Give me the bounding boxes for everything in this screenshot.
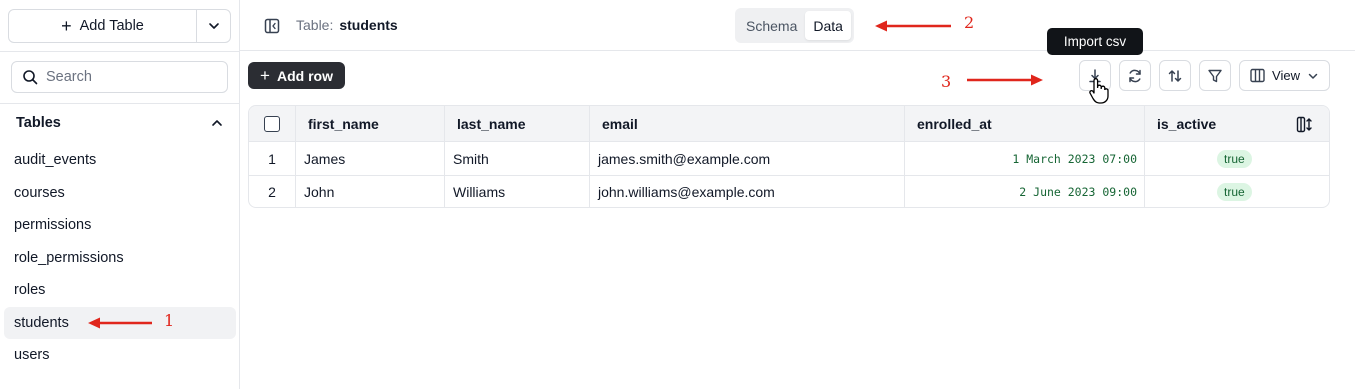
- column-header-is-active[interactable]: is_active: [1157, 106, 1216, 142]
- column-divider: [589, 106, 590, 207]
- plus-icon: +: [61, 16, 72, 36]
- table-item-users[interactable]: users: [4, 339, 236, 372]
- table-item-label: users: [14, 347, 50, 364]
- tab-schema[interactable]: Schema: [738, 11, 805, 40]
- select-all-checkbox[interactable]: [264, 116, 280, 132]
- cell-is-active[interactable]: true: [1217, 175, 1252, 207]
- cell-last-name[interactable]: Smith: [453, 142, 489, 175]
- table-item-label: courses: [14, 184, 65, 201]
- view-button[interactable]: View: [1239, 60, 1330, 91]
- annotation-number-3: 3: [941, 72, 952, 91]
- view-mode-tabs: Schema Data: [735, 8, 854, 43]
- add-row-label: Add row: [276, 67, 333, 84]
- table-item-roles[interactable]: roles: [4, 274, 236, 307]
- sort-icon: [1168, 69, 1182, 82]
- plus-icon: +: [260, 66, 270, 85]
- refresh-icon: [1129, 69, 1141, 82]
- view-label: View: [1272, 68, 1300, 83]
- tables-heading: Tables: [16, 115, 61, 131]
- column-header-enrolled-at[interactable]: enrolled_at: [917, 106, 992, 142]
- annotation-arrow-3: [967, 74, 1043, 86]
- row-divider: [249, 175, 1329, 176]
- status-badge: true: [1217, 182, 1252, 201]
- column-header-email[interactable]: email: [602, 106, 638, 142]
- cell-first-name[interactable]: John: [304, 175, 334, 207]
- cell-is-active[interactable]: true: [1217, 142, 1252, 175]
- cell-email[interactable]: james.smith@example.com: [598, 142, 770, 175]
- table-item-audit-events[interactable]: audit_events: [4, 144, 236, 177]
- table-list: audit_events courses permissions role_pe…: [0, 144, 240, 372]
- table-item-label: students: [14, 314, 69, 331]
- tab-data[interactable]: Data: [805, 11, 851, 40]
- cell-last-name[interactable]: Williams: [453, 175, 505, 207]
- hand-cursor-icon: [1089, 78, 1109, 104]
- chevron-up-icon: [212, 120, 222, 126]
- cell-enrolled-at[interactable]: 1 March 2023 07:00: [904, 142, 1137, 175]
- annotation-arrow-1: [88, 317, 152, 329]
- add-row-button[interactable]: + Add row: [248, 62, 345, 89]
- table-item-label: permissions: [14, 217, 92, 234]
- sort-button[interactable]: [1159, 60, 1191, 91]
- search-section: [0, 51, 240, 104]
- annotation-number-1: 1: [164, 311, 175, 330]
- table-label: Table:: [296, 17, 334, 33]
- table-item-label: role_permissions: [14, 249, 124, 266]
- table-item-permissions[interactable]: permissions: [4, 209, 236, 242]
- column-header-last-name[interactable]: last_name: [457, 106, 525, 142]
- top-bar: Table: students Schema Data: [240, 0, 1355, 51]
- column-divider: [295, 106, 296, 207]
- data-grid: first_name last_name email enrolled_at i…: [248, 105, 1330, 208]
- row-number: 2: [268, 183, 276, 200]
- page-title: Table: students: [296, 17, 398, 33]
- column-divider: [444, 106, 445, 207]
- cell-first-name[interactable]: James: [304, 142, 345, 175]
- columns-icon: [1250, 68, 1265, 83]
- chevron-down-icon: [1308, 73, 1318, 79]
- table-item-courses[interactable]: courses: [4, 177, 236, 210]
- annotation-number-2: 2: [964, 13, 975, 32]
- status-badge: true: [1217, 149, 1252, 168]
- search-input[interactable]: [46, 69, 216, 85]
- refresh-button[interactable]: [1119, 60, 1151, 91]
- search-icon: [23, 70, 38, 85]
- table-name: students: [339, 17, 398, 33]
- checkbox: [264, 116, 280, 132]
- add-table-group: + Add Table: [8, 9, 231, 43]
- table-item-label: audit_events: [14, 152, 97, 169]
- search-box: [11, 61, 228, 93]
- tables-section-header[interactable]: Tables: [0, 104, 240, 142]
- column-divider: [1144, 106, 1145, 207]
- import-csv-tooltip: Import csv: [1047, 28, 1143, 55]
- row-number: 1: [268, 150, 276, 167]
- column-settings-icon[interactable]: [1296, 116, 1313, 133]
- toggle-sidebar-icon[interactable]: [264, 18, 280, 34]
- annotation-arrow-2: [875, 20, 951, 32]
- table-item-label: roles: [14, 282, 46, 299]
- table-item-role-permissions[interactable]: role_permissions: [4, 242, 236, 275]
- chevron-down-icon: [208, 23, 219, 29]
- column-header-first-name[interactable]: first_name: [308, 106, 379, 142]
- cell-email[interactable]: john.williams@example.com: [598, 175, 775, 207]
- add-table-label: Add Table: [79, 18, 144, 34]
- add-table-button[interactable]: + Add Table: [9, 10, 196, 42]
- add-table-dropdown-button[interactable]: [196, 10, 230, 42]
- sidebar: + Add Table Tables audit_events courses …: [0, 0, 240, 389]
- filter-icon: [1208, 69, 1222, 82]
- cell-enrolled-at[interactable]: 2 June 2023 09:00: [904, 175, 1137, 207]
- filter-button[interactable]: [1199, 60, 1231, 91]
